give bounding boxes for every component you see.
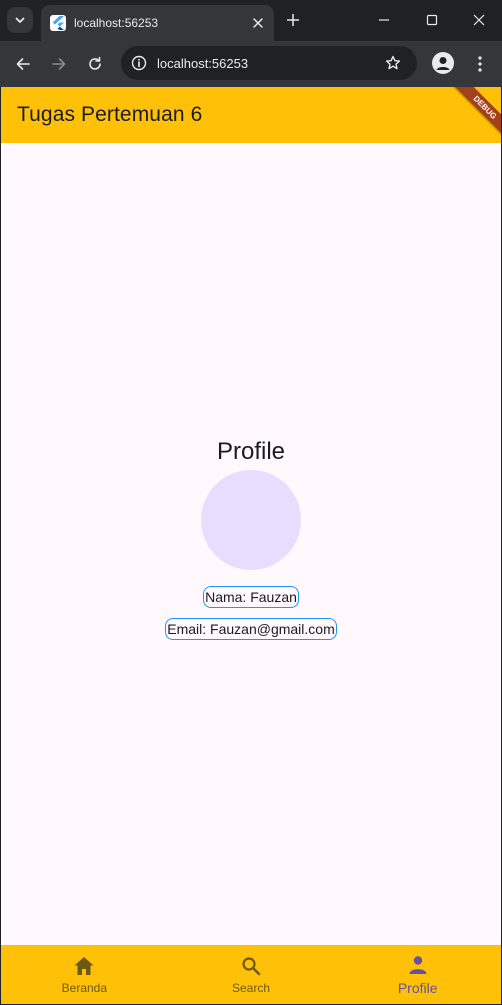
bottom-navigation-bar: Beranda Search Profile — [1, 945, 501, 1004]
nav-label: Search — [231, 981, 271, 995]
nav-label: Profile — [397, 980, 438, 996]
page-title: Tugas Pertemuan 6 — [17, 103, 203, 126]
browser-tab-active[interactable]: localhost:56253 — [41, 5, 274, 41]
close-icon — [253, 18, 263, 28]
minimize-button[interactable] — [374, 10, 394, 30]
avatar — [201, 470, 301, 570]
more-vert-icon — [478, 56, 482, 72]
browser-menu-button[interactable] — [470, 52, 490, 76]
home-icon — [72, 954, 96, 978]
arrow-left-icon — [16, 58, 30, 70]
bookmark-star-button[interactable] — [383, 53, 403, 73]
profile-content: Profile Nama: Fauzan Email: Fauzan@gmail… — [1, 143, 501, 945]
reload-icon — [89, 56, 101, 70]
nav-label: Beranda — [61, 981, 108, 995]
window-close-button[interactable] — [469, 10, 489, 30]
new-tab-button[interactable] — [283, 10, 303, 30]
arrow-right-icon — [52, 58, 66, 70]
browser-toolbar: localhost:56253 — [0, 41, 502, 87]
browser-tabstrip: localhost:56253 — [0, 0, 502, 41]
tab-search-button[interactable] — [7, 7, 33, 33]
chevron-down-icon — [15, 17, 25, 23]
search-icon — [239, 954, 263, 978]
maximize-button[interactable] — [422, 10, 442, 30]
account-icon — [436, 57, 450, 70]
flutter-favicon-icon — [50, 15, 66, 31]
close-icon — [473, 14, 485, 26]
forward-button[interactable] — [47, 52, 71, 76]
address-url: localhost:56253 — [157, 55, 249, 71]
reload-button[interactable] — [83, 52, 107, 76]
name-label: Nama: Fauzan — [203, 586, 299, 608]
tab-title: localhost:56253 — [74, 16, 159, 30]
person-icon — [406, 953, 430, 977]
plus-icon — [287, 14, 299, 26]
app-bar: Tugas Pertemuan 6 — [1, 87, 501, 143]
address-bar[interactable]: localhost:56253 — [121, 46, 417, 80]
site-info-icon[interactable] — [130, 54, 148, 72]
profile-heading: Profile — [216, 438, 286, 465]
email-label: Email: Fauzan@gmail.com — [165, 618, 337, 640]
back-button[interactable] — [11, 52, 35, 76]
tab-close-button[interactable] — [248, 13, 268, 33]
nav-item-search[interactable]: Search — [168, 945, 335, 1004]
nav-item-profile[interactable]: Profile — [334, 945, 501, 1004]
star-icon — [385, 55, 401, 70]
minimize-icon — [379, 19, 389, 21]
maximize-icon — [426, 14, 438, 26]
app-viewport: Tugas Pertemuan 6 DEBUG Profile Nama: Fa… — [1, 87, 501, 1004]
browser-profile-button[interactable] — [432, 52, 454, 74]
nav-item-beranda[interactable]: Beranda — [1, 945, 168, 1004]
